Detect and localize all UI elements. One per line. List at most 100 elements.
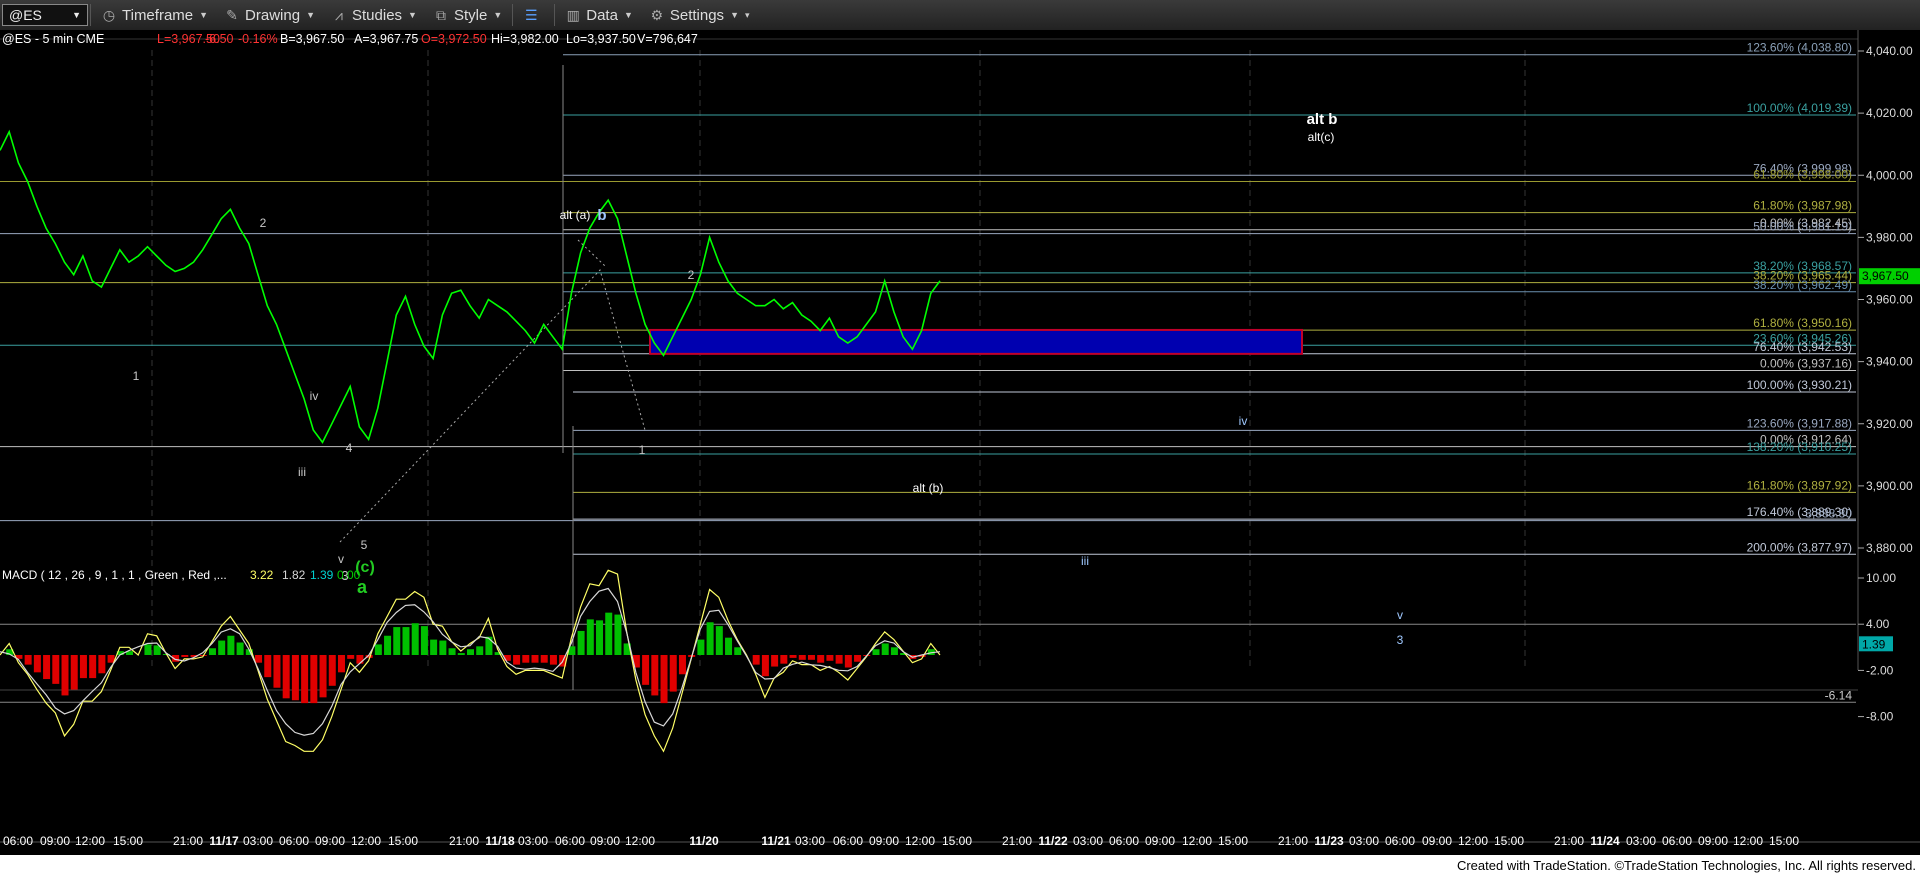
wave-label: alt (a) [560, 208, 591, 222]
macd-histogram-bar [301, 655, 309, 704]
time-tick-label: 21:00 [173, 834, 203, 848]
fib-label: 61.80% (3,987.98) [1753, 199, 1852, 213]
symbol-label: @ES [9, 7, 42, 23]
macd-histogram-bar [24, 655, 32, 665]
clock-icon: ◷ [102, 7, 116, 23]
macd-histogram-bar [273, 655, 281, 688]
macd-tick-label: 4.00 [1866, 617, 1890, 631]
bid-price: B=3,967.50 [280, 32, 344, 46]
macd-histogram-bar [734, 647, 742, 655]
time-tick-label: 11/21 [761, 834, 791, 848]
macd-histogram-bar [513, 655, 521, 665]
caret-icon: ▼ [730, 10, 739, 20]
wave-label: iii [1081, 554, 1089, 568]
time-tick-label: 09:00 [315, 834, 345, 848]
time-tick-label: 12:00 [625, 834, 655, 848]
drawing-button[interactable]: ✎ Drawing ▼ [216, 0, 323, 30]
macd-histogram-bar [208, 648, 216, 655]
price-tick-label: 4,040.00 [1866, 44, 1913, 58]
style-button[interactable]: ⧉ Style ▼ [425, 0, 510, 30]
studies-icon: ⩘ [335, 7, 343, 23]
layout-button[interactable]: ☰ [515, 0, 552, 30]
time-tick-label: 09:00 [869, 834, 899, 848]
macd-histogram-bar [291, 655, 299, 701]
time-tick-label: 11/24 [1590, 834, 1620, 848]
time-tick-label: 03:00 [1073, 834, 1103, 848]
macd-histogram-bar [384, 635, 392, 655]
time-tick-label: 15:00 [1769, 834, 1799, 848]
macd-histogram-bar [337, 655, 345, 673]
macd-histogram-bar [328, 655, 336, 686]
settings-button[interactable]: ⚙ Settings ▼ ▾ [641, 0, 758, 30]
macd-histogram-bar [854, 655, 862, 662]
macd-histogram-bar [807, 655, 815, 660]
macd-histogram-bar [826, 655, 834, 661]
time-tick-label: 09:00 [1145, 834, 1175, 848]
macd-histogram-bar [890, 647, 898, 655]
time-tick-label: 09:00 [40, 834, 70, 848]
wave-label: 5 [361, 538, 368, 552]
timeframe-button[interactable]: ◷ Timeframe ▼ [93, 0, 216, 30]
macd-histogram-bar [614, 614, 622, 655]
macd-histogram-bar [393, 627, 401, 655]
fib-label: 76.40% (3,942.53) [1753, 340, 1852, 354]
fib-label: 61.80% (3,998.00) [1753, 167, 1852, 181]
wave-label: 2 [260, 216, 267, 230]
time-tick-label: 11/20 [689, 834, 719, 848]
data-button[interactable]: ▥ Data ▼ [557, 0, 641, 30]
footer-credit: Created with TradeStation. ©TradeStation… [1456, 858, 1916, 873]
style-label: Style [453, 6, 488, 24]
time-tick-label: 03:00 [243, 834, 273, 848]
toolbar-separator [554, 4, 556, 26]
macd-histogram-bar [531, 655, 539, 663]
macd-histogram-bar [356, 655, 364, 664]
time-tick-label: 12:00 [1182, 834, 1212, 848]
macd-histogram-bar [678, 655, 686, 675]
time-tick-label: 11/18 [485, 834, 515, 848]
time-tick-label: 12:00 [75, 834, 105, 848]
wave-label: alt (b) [913, 481, 944, 495]
wave-label: v [1397, 608, 1403, 622]
style-icon: ⧉ [435, 7, 446, 23]
low-price: Lo=3,937.50 [566, 32, 636, 46]
time-tick-label: 21:00 [1554, 834, 1584, 848]
macd-histogram-bar [651, 655, 659, 696]
wave-label: b [597, 207, 606, 224]
macd-histogram-bar [79, 655, 87, 679]
macd-signal-value: 1.82 [282, 568, 306, 582]
macd-histogram-bar [798, 655, 806, 660]
macd-histogram-bar [540, 655, 548, 663]
macd-histogram-bar [227, 635, 235, 655]
caret-icon: ▼ [623, 10, 633, 20]
macd-histogram-bar [61, 655, 69, 696]
macd-histogram-bar [402, 627, 410, 655]
wave-label: alt b [1307, 111, 1338, 128]
macd-histogram-bar [605, 612, 613, 655]
macd-badge-label: 1.39 [1862, 637, 1886, 651]
wave-label: alt(c) [1308, 130, 1335, 144]
time-tick-label: 03:00 [518, 834, 548, 848]
time-tick-label: 12:00 [351, 834, 381, 848]
macd-histogram-bar [549, 655, 557, 665]
time-tick-label: 09:00 [1698, 834, 1728, 848]
timeframe-label: Timeframe [122, 6, 194, 24]
time-tick-label: 12:00 [1733, 834, 1763, 848]
macd-tick-label: -8.00 [1866, 710, 1894, 724]
time-tick-label: 21:00 [1278, 834, 1308, 848]
price-chart[interactable]: @ES - 5 min CME L=3,967.50 -6.50 -0.16% … [0, 30, 1920, 855]
macd-histogram-bar [467, 649, 474, 655]
time-tick-label: 06:00 [3, 834, 33, 848]
symbol-selector[interactable]: @ES ▼ [2, 4, 88, 26]
macd-histogram-bar [697, 639, 705, 655]
macd-histogram-bar [457, 653, 465, 655]
fib-label: 50.00% (3,981.19) [1753, 220, 1852, 234]
symbol-interval: @ES - 5 min CME [2, 32, 104, 46]
last-price-badge-label: 3,967.50 [1862, 269, 1909, 283]
time-tick-label: 06:00 [279, 834, 309, 848]
caret-icon: ▼ [306, 10, 315, 20]
price-tick-label: 3,960.00 [1866, 293, 1913, 307]
studies-button[interactable]: ⩘ Studies ▼ [323, 0, 425, 30]
fib-label: 38.20% (3,962.49) [1753, 278, 1852, 292]
macd-histogram-bar [282, 655, 290, 699]
wave-label: 3 [1397, 633, 1404, 647]
